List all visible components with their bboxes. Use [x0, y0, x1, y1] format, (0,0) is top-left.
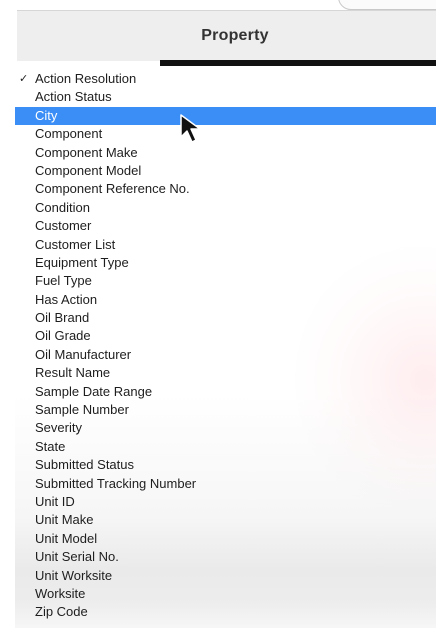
property-option[interactable]: Oil Grade: [15, 327, 436, 345]
property-option-label: Submitted Tracking Number: [35, 475, 197, 491]
property-option-label: Has Action: [35, 291, 98, 307]
property-option[interactable]: Zip Code: [15, 603, 436, 621]
property-option[interactable]: Sample Number: [15, 401, 436, 419]
property-option[interactable]: Unit Make: [15, 511, 436, 529]
property-option[interactable]: Unit Serial No.: [15, 548, 436, 566]
property-option-label: City: [35, 107, 58, 123]
property-option-label: Fuel Type: [35, 273, 92, 289]
property-option[interactable]: State: [15, 438, 436, 456]
header-active-underline: [160, 60, 436, 66]
property-option-label: Component Reference No.: [35, 181, 190, 197]
property-option[interactable]: Submitted Status: [15, 456, 436, 474]
property-header: Property: [17, 10, 436, 61]
property-option[interactable]: Component: [15, 125, 436, 143]
property-option[interactable]: Customer List: [15, 236, 436, 254]
property-option-label: Oil Manufacturer: [35, 346, 132, 362]
property-option[interactable]: Unit Model: [15, 530, 436, 548]
property-option-label: Worksite: [35, 585, 86, 601]
property-option[interactable]: City: [15, 106, 436, 126]
property-option-label: Customer List: [35, 236, 116, 252]
property-option[interactable]: Submitted Tracking Number: [15, 475, 436, 493]
property-option[interactable]: Component Model: [15, 162, 436, 180]
property-option-label: Zip Code: [35, 604, 88, 620]
property-dropdown-menu: ✓ Action Resolution Action Status City Compo…: [15, 70, 436, 628]
property-option-label: Oil Grade: [35, 328, 91, 344]
property-option[interactable]: Result Name: [15, 364, 436, 382]
property-option[interactable]: Oil Brand: [15, 309, 436, 327]
property-option-label: Submitted Status: [35, 457, 134, 473]
property-option-label: State: [35, 438, 66, 454]
property-option[interactable]: Sample Date Range: [15, 383, 436, 401]
check-icon: ✓: [19, 73, 29, 85]
property-option-label: Component Make: [35, 144, 138, 160]
property-option-label: Sample Number: [35, 402, 129, 418]
property-option[interactable]: Unit Worksite: [15, 567, 436, 585]
property-option-label: Equipment Type: [35, 254, 129, 270]
property-option-label: Result Name: [35, 365, 111, 381]
property-option[interactable]: Condition: [15, 199, 436, 217]
property-option-label: Sample Date Range: [35, 383, 153, 399]
property-option-label: Unit Worksite: [35, 567, 113, 583]
property-picker-screen: Property ✓ Action Resolution Action Status…: [0, 0, 436, 628]
property-option[interactable]: Customer: [15, 217, 436, 235]
property-option-label: Action Resolution: [35, 71, 137, 86]
property-option-label: Component Model: [35, 162, 142, 178]
property-option[interactable]: Oil Manufacturer: [15, 346, 436, 364]
property-options-list: ✓ Action Resolution Action Status City Compo…: [15, 70, 436, 622]
property-option-label: Unit Model: [35, 530, 98, 546]
property-header-title: Property: [201, 27, 269, 44]
property-option-label: Unit Serial No.: [35, 549, 119, 565]
property-option-label: Customer: [35, 218, 92, 234]
top-search-field-edge[interactable]: [338, 0, 436, 10]
property-option-label: Condition: [35, 199, 90, 215]
property-option[interactable]: Worksite: [15, 585, 436, 603]
property-option[interactable]: ✓ Action Resolution: [15, 70, 436, 88]
property-option[interactable]: Has Action: [15, 291, 436, 309]
property-option-label: Oil Brand: [35, 310, 90, 326]
property-option-label: Severity: [35, 420, 82, 436]
property-option[interactable]: Equipment Type: [15, 254, 436, 272]
property-option[interactable]: Component Make: [15, 144, 436, 162]
property-option-label: Unit Make: [35, 512, 94, 528]
property-option-label: Action Status: [35, 89, 112, 105]
property-option[interactable]: Component Reference No.: [15, 180, 436, 198]
property-option[interactable]: Severity: [15, 419, 436, 437]
property-option[interactable]: Unit ID: [15, 493, 436, 511]
property-option-label: Component: [35, 126, 103, 142]
property-option[interactable]: Fuel Type: [15, 272, 436, 290]
property-option[interactable]: Action Status: [15, 88, 436, 106]
property-option-label: Unit ID: [35, 493, 75, 509]
